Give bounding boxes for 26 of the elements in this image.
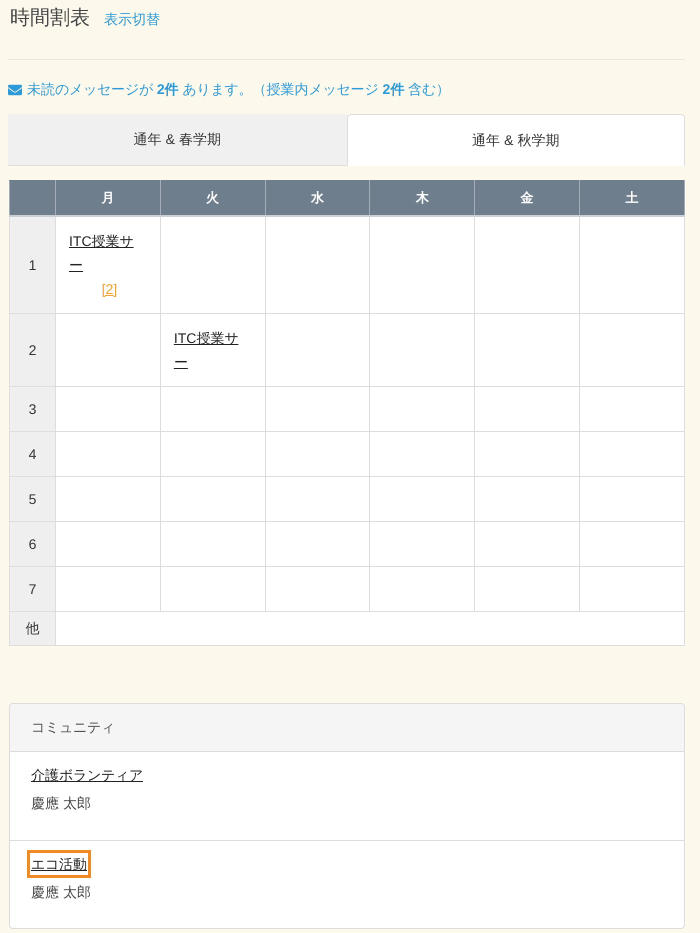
community-link[interactable]: エコ活動 [30, 853, 88, 875]
term-tab[interactable]: 通年 & 秋学期 [346, 114, 685, 166]
day-header: 火 [160, 180, 266, 216]
course-link[interactable]: ITC授業サー [174, 326, 246, 374]
day-header: 水 [265, 180, 370, 216]
day-header: 月 [56, 180, 160, 216]
day-header: 金 [474, 180, 580, 216]
period-cell: 他 [10, 612, 56, 646]
course-link[interactable]: ITC授業サー [69, 229, 141, 277]
term-tab[interactable]: 通年 & 春学期 [8, 114, 346, 166]
period-cell: 1 [10, 216, 56, 314]
community-link[interactable]: 介護ボランティア [30, 764, 144, 786]
period-cell: 3 [10, 386, 56, 432]
panel-title: コミュニティ [31, 718, 115, 736]
day-header: 木 [370, 180, 475, 216]
envelope-icon [8, 83, 22, 97]
period-cell: 4 [10, 432, 56, 476]
corner-header [10, 180, 56, 216]
period-cell: 6 [10, 522, 56, 566]
owner-name: 慶應 太郎 [30, 794, 91, 813]
day-header: 土 [580, 180, 684, 216]
period-cell: 2 [10, 314, 56, 386]
period-cell: 7 [10, 566, 56, 612]
period-cell: 5 [10, 476, 56, 522]
page-title: 時間割表 [10, 6, 90, 31]
owner-name: 慶應 太郎 [30, 883, 91, 902]
